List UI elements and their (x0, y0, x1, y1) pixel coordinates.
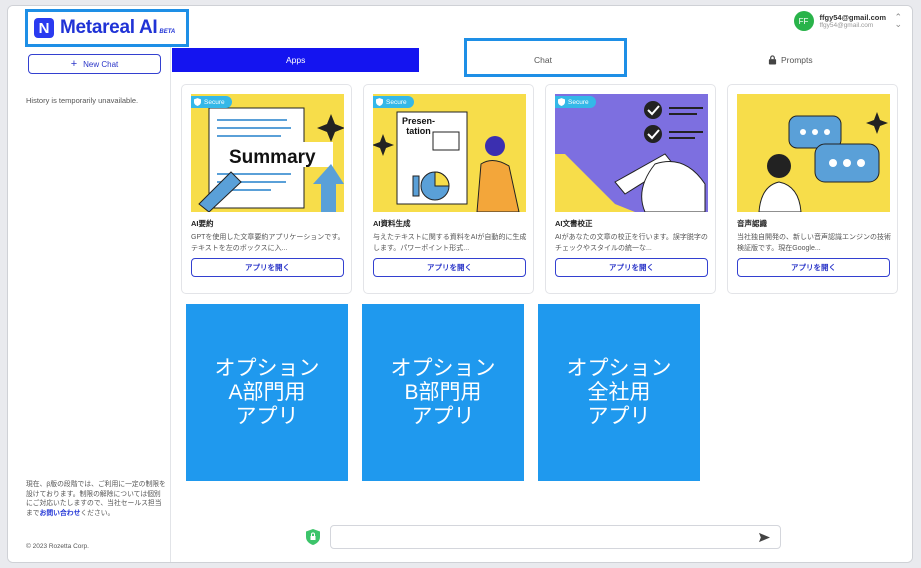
history-status: History is temporarily unavailable. (26, 96, 139, 105)
app-card-presentation[interactable]: Secure Presen- tation AI資料生成 与えたテキストに関する… (363, 84, 534, 294)
secure-label: Secure (568, 98, 589, 106)
card-description: 与えたテキストに関する資料をAIが自動的に生成します。パワーポイント形式... (373, 234, 527, 252)
app-window: FF ffgy54@gmail.com ffgy54@gmail.com ⌃ ⌄ … (7, 5, 913, 563)
card-title: AI要約 (191, 219, 214, 228)
card-title: AI文書校正 (555, 219, 593, 228)
chevron-updown-icon[interactable]: ⌃ ⌄ (894, 13, 902, 29)
secure-badge: Secure (191, 96, 232, 108)
secure-label: Secure (204, 98, 225, 106)
chat-input[interactable] (330, 525, 781, 549)
shield-icon (376, 98, 383, 106)
card-description: 当社独自開発の、新しい音声認識エンジンの技術検証版です。現在Google... (737, 234, 891, 252)
apps-panel: Secure Summary AI要約 GPTを使用した文章要約アプリケーション… (172, 74, 912, 562)
new-chat-label: New Chat (83, 59, 119, 69)
app-card-summary[interactable]: Secure Summary AI要約 GPTを使用した文章要約アプリケーション… (181, 84, 352, 294)
shield-icon (194, 98, 201, 106)
option-app-tiles: オプション A部門用 アプリ オプション B部門用 アプリ オプション 全社用 … (186, 304, 700, 481)
plus-icon: + (70, 58, 78, 70)
proofreading-illustration: Secure (555, 94, 708, 212)
option-tile-company[interactable]: オプション 全社用 アプリ (538, 304, 700, 481)
card-description: GPTを使用した文章要約アプリケーションです。テキストを左のボックスに入... (191, 234, 345, 252)
app-card-list: Secure Summary AI要約 GPTを使用した文章要約アプリケーション… (181, 84, 898, 294)
contact-link[interactable]: お問い合わせ (40, 510, 81, 517)
card-title: AI資料生成 (373, 219, 411, 228)
user-email: ffgy54@gmail.com (819, 22, 874, 29)
lock-icon (768, 55, 777, 65)
presentation-image-text: Presen- tation (402, 116, 436, 136)
send-icon[interactable] (759, 532, 770, 543)
card-description: AIがあなたの文章の校正を行います。誤字脱字のチェックやスタイルの統一な... (555, 234, 708, 252)
open-app-button[interactable]: アプリを開く (555, 258, 708, 277)
summary-image-text: Summary (229, 147, 316, 168)
app-card-speech[interactable]: 音声認識 当社独自開発の、新しい音声認識エンジンの技術検証版です。現在Googl… (727, 84, 898, 294)
beta-notice: 現在、β版の段階では、ご利用に一定の制限を設けております。制限の解除については個… (26, 480, 166, 518)
logo-icon: N (34, 18, 54, 38)
user-name: ffgy54@gmail.com (819, 13, 887, 22)
logo-text: Metareal AI (60, 17, 158, 38)
user-menu[interactable]: FF ffgy54@gmail.com ffgy54@gmail.com ⌃ ⌄ (793, 11, 902, 31)
secure-badge: Secure (555, 96, 596, 108)
tab-prompts-label: Prompts (780, 55, 813, 65)
tab-apps[interactable]: Apps (172, 48, 420, 72)
open-app-button[interactable]: アプリを開く (191, 258, 344, 277)
new-chat-button[interactable]: + New Chat (28, 54, 161, 74)
beta-notice-tail: ください。 (80, 509, 115, 517)
presentation-art (373, 111, 520, 212)
beta-badge: BETA (159, 29, 176, 35)
user-info: ffgy54@gmail.com ffgy54@gmail.com (820, 13, 887, 29)
tab-prompts[interactable]: Prompts (666, 48, 912, 72)
summary-illustration: Secure Summary (191, 94, 344, 212)
copyright: © 2023 Rozetta Corp. (26, 543, 89, 550)
app-card-proofreading[interactable]: Secure AI文書校正 AIがあなたの文章の校正を行います。誤字脱字のチェッ… (545, 84, 716, 294)
chat-tab-highlight (464, 38, 627, 77)
chat-bar (306, 525, 781, 549)
sidebar: + New Chat History is temporarily unavai… (8, 44, 171, 562)
speech-illustration (737, 94, 890, 212)
open-app-button[interactable]: アプリを開く (373, 258, 526, 277)
option-tile-dept-b[interactable]: オプション B部門用 アプリ (362, 304, 524, 481)
avatar[interactable]: FF (793, 11, 814, 31)
option-tile-dept-a[interactable]: オプション A部門用 アプリ (186, 304, 348, 481)
shield-icon (558, 98, 565, 106)
secure-badge: Secure (373, 96, 414, 108)
proofreading-art (555, 94, 708, 212)
logo-highlight: N Metareal AI BETA (25, 9, 189, 47)
tab-apps-label: Apps (285, 55, 306, 65)
card-title: 音声認識 (737, 219, 767, 228)
presentation-illustration: Secure Presen- tation (373, 94, 526, 212)
open-app-button[interactable]: アプリを開く (737, 258, 890, 277)
secure-label: Secure (386, 98, 407, 106)
shield-icon[interactable] (306, 529, 320, 545)
speech-art (758, 112, 888, 212)
